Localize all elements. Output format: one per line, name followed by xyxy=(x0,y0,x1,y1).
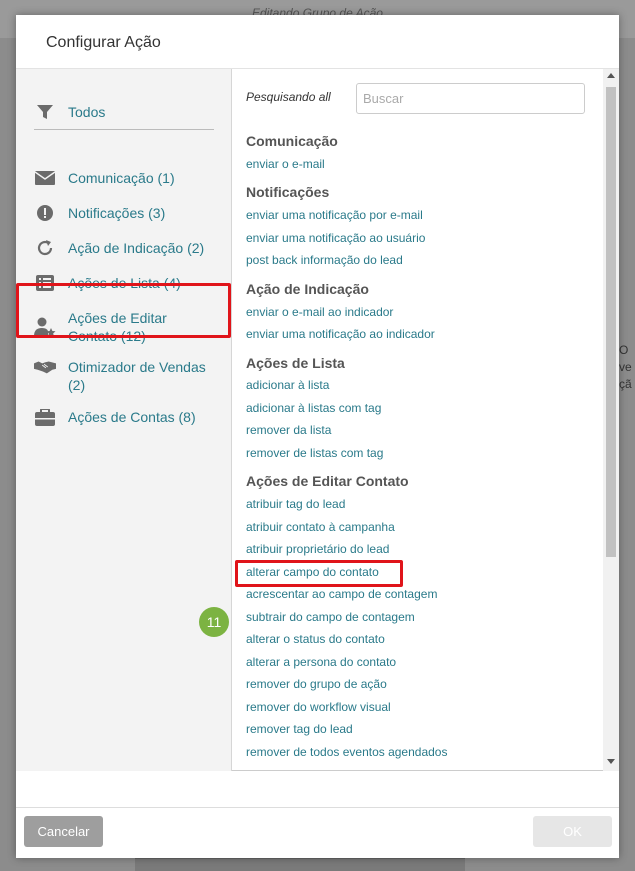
action-link[interactable]: acrescentar ao campo de contagem xyxy=(246,587,437,601)
action-link[interactable]: atribuir tag do lead xyxy=(246,497,345,511)
scroll-down-arrow-icon[interactable] xyxy=(607,759,615,764)
exclamation-circle-icon xyxy=(34,204,56,222)
sidebar-item-label: Otimizador de Vendas (2) xyxy=(68,359,206,393)
action-link[interactable]: alterar o status do contato xyxy=(246,632,385,646)
configure-action-modal: Configurar Ação Todos Comunicação (1) No… xyxy=(16,15,619,858)
action-link[interactable]: post back informação do lead xyxy=(246,253,403,267)
background-footer xyxy=(135,858,465,871)
actions-content: Pesquisando all Comunicação enviar o e-m… xyxy=(233,69,619,771)
sidebar-item-sales-optimizer[interactable]: Otimizador de Vendas (2) xyxy=(34,358,208,394)
scroll-thumb[interactable] xyxy=(606,87,616,557)
action-link[interactable]: remover do grupo de ação xyxy=(246,677,387,691)
action-link[interactable]: adicionar à lista xyxy=(246,378,329,392)
category-sidebar: Todos Comunicação (1) Notificações (3) A… xyxy=(16,69,232,771)
action-link[interactable]: atribuir contato à campanha xyxy=(246,520,395,534)
scroll-up-arrow-icon[interactable] xyxy=(607,73,615,78)
highlight-box-sidebar xyxy=(16,283,231,338)
briefcase-icon xyxy=(34,408,56,426)
cancel-button[interactable]: Cancelar xyxy=(24,816,103,847)
action-link[interactable]: enviar o e-mail xyxy=(246,157,325,171)
sidebar-item-all[interactable]: Todos xyxy=(34,103,208,121)
action-link[interactable]: alterar a persona do contato xyxy=(246,655,396,669)
filter-icon xyxy=(34,103,56,121)
action-link[interactable]: enviar uma notificação ao usuário xyxy=(246,231,425,245)
step-badge: 11 xyxy=(199,607,229,637)
sidebar-item-label: Ações de Contas (8) xyxy=(68,409,196,425)
action-link[interactable]: adicionar à listas com tag xyxy=(246,401,381,415)
sidebar-item-label: Comunicação (1) xyxy=(68,170,175,186)
action-link[interactable]: enviar uma notificação ao indicador xyxy=(246,327,435,341)
refresh-icon xyxy=(34,239,56,257)
modal-footer: Cancelar OK xyxy=(16,807,619,858)
search-input[interactable] xyxy=(356,83,585,114)
sidebar-item-label: Todos xyxy=(68,104,106,120)
action-link[interactable]: enviar uma notificação por e-mail xyxy=(246,208,423,222)
scrollbar[interactable] xyxy=(603,69,619,771)
sidebar-item-notifications[interactable]: Notificações (3) xyxy=(34,204,208,222)
sidebar-item-communication[interactable]: Comunicação (1) xyxy=(34,169,208,187)
sidebar-item-referral[interactable]: Ação de Indicação (2) xyxy=(34,239,208,257)
modal-body: Todos Comunicação (1) Notificações (3) A… xyxy=(16,69,619,771)
action-link[interactable]: remover tag do lead xyxy=(246,722,353,736)
sidebar-item-label: Notificações (3) xyxy=(68,205,166,221)
group-title: Ações de Lista xyxy=(246,355,345,371)
group-title: Notificações xyxy=(246,184,330,200)
ok-button[interactable]: OK xyxy=(533,816,612,847)
envelope-icon xyxy=(34,169,56,187)
action-link[interactable]: atribuir proprietário do lead xyxy=(246,542,389,556)
modal-title: Configurar Ação xyxy=(46,34,161,51)
group-title: Ação de Indicação xyxy=(246,281,369,297)
group-title: Comunicação xyxy=(246,133,338,149)
sidebar-divider xyxy=(34,129,214,130)
action-link[interactable]: remover do workflow visual xyxy=(246,700,391,714)
search-label: Pesquisando all xyxy=(246,90,331,104)
action-link[interactable]: subtrair do campo de contagem xyxy=(246,610,415,624)
modal-header: Configurar Ação xyxy=(16,15,619,69)
action-link[interactable]: remover de todos eventos agendados xyxy=(246,745,447,759)
highlight-box-action xyxy=(235,560,403,587)
action-link[interactable]: enviar o e-mail ao indicador xyxy=(246,305,393,319)
sidebar-item-account-actions[interactable]: Ações de Contas (8) xyxy=(34,408,208,426)
background-text: O ve çã xyxy=(619,343,632,391)
action-link[interactable]: remover da lista xyxy=(246,423,331,437)
group-title: Ações de Editar Contato xyxy=(246,473,409,489)
sidebar-item-label: Ação de Indicação (2) xyxy=(68,240,205,256)
action-link[interactable]: remover de listas com tag xyxy=(246,446,383,460)
handshake-icon xyxy=(34,358,56,376)
